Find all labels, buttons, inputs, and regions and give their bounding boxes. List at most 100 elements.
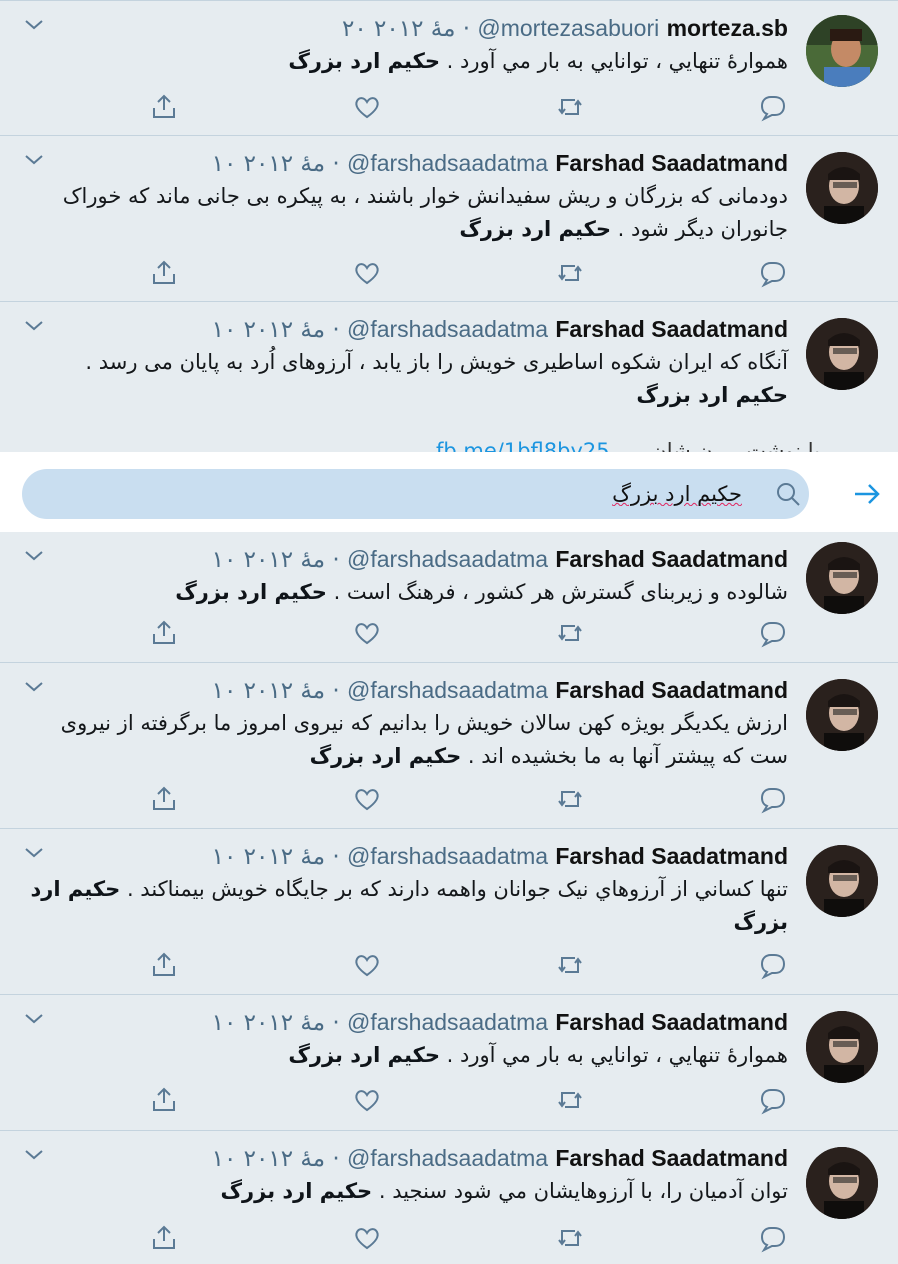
tweet[interactable]: ۱۰ مهٔ ۲۰۱۲ · @farshadsaadatma Farshad S… bbox=[0, 828, 898, 994]
chevron-down-icon[interactable] bbox=[24, 318, 44, 334]
avatar-image bbox=[806, 152, 878, 224]
search-box[interactable] bbox=[22, 469, 809, 519]
retweet-icon[interactable] bbox=[555, 258, 585, 288]
reply-icon[interactable] bbox=[758, 784, 788, 814]
arrow-right-icon[interactable] bbox=[852, 479, 882, 509]
chevron-down-icon[interactable] bbox=[24, 152, 44, 168]
like-icon[interactable] bbox=[352, 258, 382, 288]
retweet-icon[interactable] bbox=[555, 784, 585, 814]
tweet-date[interactable]: ۱۰ مهٔ ۲۰۱۲ bbox=[212, 844, 325, 870]
tweet-actions bbox=[0, 950, 898, 980]
like-icon[interactable] bbox=[352, 950, 382, 980]
tweet-date[interactable]: ۲۰ مهٔ ۲۰۱۲ bbox=[342, 16, 455, 42]
reply-icon[interactable] bbox=[758, 92, 788, 122]
tweet-date[interactable]: ۱۰ مهٔ ۲۰۱۲ bbox=[212, 317, 325, 343]
avatar[interactable] bbox=[806, 679, 878, 751]
tweet-header: ۱۰ مهٔ ۲۰۱۲ · @farshadsaadatma Farshad S… bbox=[211, 546, 788, 573]
share-icon[interactable] bbox=[149, 258, 179, 288]
like-icon[interactable] bbox=[352, 1223, 382, 1253]
like-icon[interactable] bbox=[352, 618, 382, 648]
retweet-icon[interactable] bbox=[555, 618, 585, 648]
tweet-handle[interactable]: @farshadsaadatma bbox=[347, 677, 548, 703]
share-icon[interactable] bbox=[149, 1085, 179, 1115]
reply-icon[interactable] bbox=[758, 618, 788, 648]
reply-icon[interactable] bbox=[758, 258, 788, 288]
like-icon[interactable] bbox=[352, 784, 382, 814]
retweet-icon[interactable] bbox=[555, 92, 585, 122]
tweet-header: ۱۰ مهٔ ۲۰۱۲ · @farshadsaadatma Farshad S… bbox=[211, 1145, 788, 1172]
search-icon[interactable] bbox=[774, 480, 802, 508]
retweet-icon[interactable] bbox=[555, 1085, 585, 1115]
tweet-date[interactable]: ۱۰ مهٔ ۲۰۱۲ bbox=[212, 547, 325, 573]
tweet-header: ۱۰ مهٔ ۲۰۱۲ · @farshadsaadatma Farshad S… bbox=[211, 150, 788, 177]
avatar[interactable] bbox=[806, 15, 878, 87]
tweet-date[interactable]: ۱۰ مهٔ ۲۰۱۲ bbox=[212, 151, 325, 177]
tweet-author-name[interactable]: Farshad Saadatmand bbox=[555, 316, 788, 342]
tweet-handle[interactable]: @mortezasabuori bbox=[477, 15, 659, 41]
tweet-author-name[interactable]: Farshad Saadatmand bbox=[555, 546, 788, 572]
share-icon[interactable] bbox=[149, 618, 179, 648]
tweet[interactable]: ۱۰ مهٔ ۲۰۱۲ · @farshadsaadatma Farshad S… bbox=[0, 1130, 898, 1264]
tweet-handle[interactable]: @farshadsaadatma bbox=[347, 1009, 548, 1035]
tweet-author-name[interactable]: Farshad Saadatmand bbox=[555, 150, 788, 176]
tweet[interactable]: ۱۰ مهٔ ۲۰۱۲ · @farshadsaadatma Farshad S… bbox=[0, 532, 898, 662]
avatar[interactable] bbox=[806, 318, 878, 390]
avatar-image bbox=[806, 318, 878, 390]
tweet[interactable]: ۱۰ مهٔ ۲۰۱۲ · @farshadsaadatma Farshad S… bbox=[0, 301, 898, 452]
avatar-image bbox=[806, 1011, 878, 1083]
reply-icon[interactable] bbox=[758, 1223, 788, 1253]
avatar-image bbox=[806, 845, 878, 917]
tweet-header: ۱۰ مهٔ ۲۰۱۲ · @farshadsaadatma Farshad S… bbox=[211, 1009, 788, 1036]
avatar[interactable] bbox=[806, 1011, 878, 1083]
tweet[interactable]: ۱۰ مهٔ ۲۰۱۲ · @farshadsaadatma Farshad S… bbox=[0, 662, 898, 828]
tweet[interactable]: ۱۰ مهٔ ۲۰۱۲ · @farshadsaadatma Farshad S… bbox=[0, 994, 898, 1130]
avatar-image bbox=[806, 679, 878, 751]
retweet-icon[interactable] bbox=[555, 1223, 585, 1253]
avatar[interactable] bbox=[806, 1147, 878, 1219]
chevron-down-icon[interactable] bbox=[24, 548, 44, 564]
tweet-author-name[interactable]: Farshad Saadatmand bbox=[555, 1009, 788, 1035]
tweet-date[interactable]: ۱۰ مهٔ ۲۰۱۲ bbox=[212, 1010, 325, 1036]
share-icon[interactable] bbox=[149, 950, 179, 980]
tweet-author-name[interactable]: Farshad Saadatmand bbox=[555, 1145, 788, 1171]
tweet-header: ۱۰ مهٔ ۲۰۱۲ · @farshadsaadatma Farshad S… bbox=[211, 316, 788, 343]
tweet-actions bbox=[0, 258, 898, 288]
chevron-down-icon[interactable] bbox=[24, 17, 44, 33]
tweet-handle[interactable]: @farshadsaadatma bbox=[347, 316, 548, 342]
avatar-image bbox=[806, 15, 878, 87]
share-icon[interactable] bbox=[149, 784, 179, 814]
chevron-down-icon[interactable] bbox=[24, 1147, 44, 1163]
reply-icon[interactable] bbox=[758, 1085, 788, 1115]
chevron-down-icon[interactable] bbox=[24, 1011, 44, 1027]
like-icon[interactable] bbox=[352, 92, 382, 122]
tweet-text: شالوده و زیربنای گسترش هر کشور ، فرهنگ ا… bbox=[175, 580, 788, 604]
retweet-icon[interactable] bbox=[555, 950, 585, 980]
tweet-text: هموارهٔ تنهايي ، توانايي به بار مي آورد … bbox=[288, 1043, 788, 1067]
share-icon[interactable] bbox=[149, 92, 179, 122]
tweet-actions bbox=[0, 92, 898, 122]
avatar[interactable] bbox=[806, 542, 878, 614]
tweet-link-partial[interactable]: fb.me/1bfl8by25 با نوشت ... ن شان ... bbox=[430, 440, 820, 452]
like-icon[interactable] bbox=[352, 1085, 382, 1115]
tweet-date[interactable]: ۱۰ مهٔ ۲۰۱۲ bbox=[212, 678, 325, 704]
tweet-header: ۱۰ مهٔ ۲۰۱۲ · @farshadsaadatma Farshad S… bbox=[211, 843, 788, 870]
tweet-handle[interactable]: @farshadsaadatma bbox=[347, 150, 548, 176]
reply-icon[interactable] bbox=[758, 950, 788, 980]
tweet-handle[interactable]: @farshadsaadatma bbox=[347, 546, 548, 572]
share-icon[interactable] bbox=[149, 1223, 179, 1253]
tweet[interactable]: ۲۰ مهٔ ۲۰۱۲ · @mortezasabuori morteza.sb… bbox=[0, 0, 898, 135]
tweet-author-name[interactable]: Farshad Saadatmand bbox=[555, 677, 788, 703]
search-input[interactable] bbox=[22, 469, 752, 519]
tweet[interactable]: ۱۰ مهٔ ۲۰۱۲ · @farshadsaadatma Farshad S… bbox=[0, 135, 898, 301]
tweet-text: توان آدميان را، با آرزوهايشان مي شود سنج… bbox=[220, 1179, 788, 1203]
chevron-down-icon[interactable] bbox=[24, 845, 44, 861]
tweet-handle[interactable]: @farshadsaadatma bbox=[347, 843, 548, 869]
chevron-down-icon[interactable] bbox=[24, 679, 44, 695]
tweet-actions bbox=[0, 618, 898, 648]
tweet-author-name[interactable]: Farshad Saadatmand bbox=[555, 843, 788, 869]
tweet-date[interactable]: ۱۰ مهٔ ۲۰۱۲ bbox=[212, 1146, 325, 1172]
tweet-author-name[interactable]: morteza.sb bbox=[667, 15, 788, 41]
tweet-handle[interactable]: @farshadsaadatma bbox=[347, 1145, 548, 1171]
avatar[interactable] bbox=[806, 845, 878, 917]
avatar[interactable] bbox=[806, 152, 878, 224]
